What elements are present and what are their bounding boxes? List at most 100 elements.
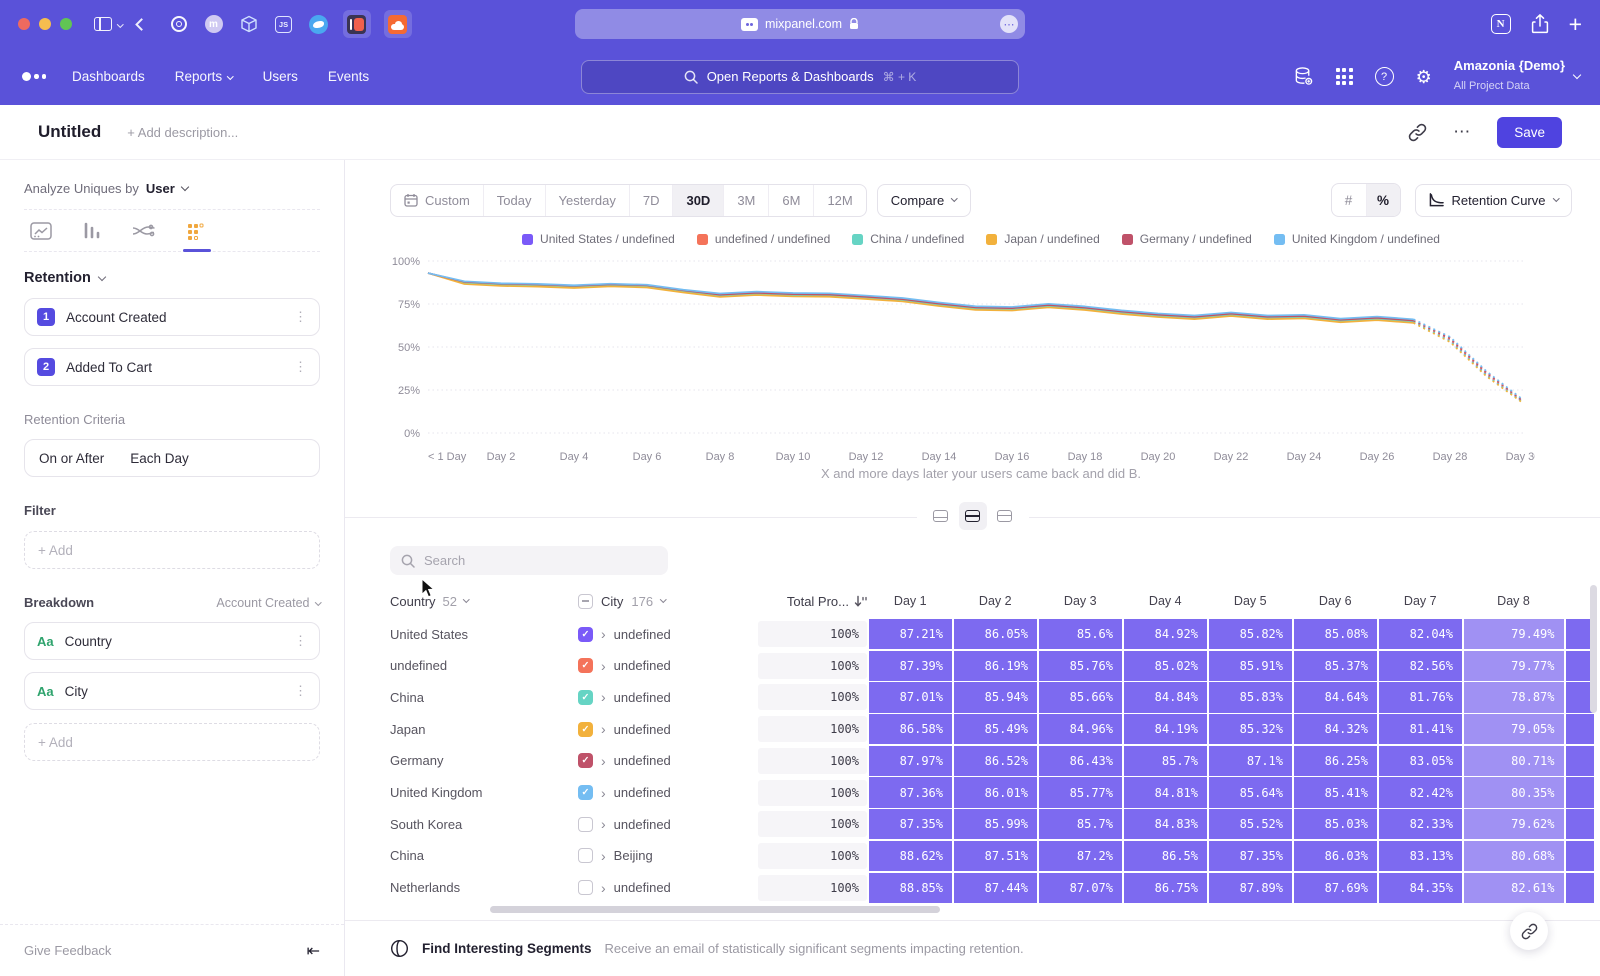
expand-row-icon[interactable]: › — [601, 788, 606, 798]
day-column-header[interactable]: Day 4 — [1124, 594, 1208, 608]
mixpanel-logo[interactable] — [22, 72, 46, 81]
legend-item[interactable]: Germany / undefined — [1122, 232, 1252, 246]
js-icon[interactable]: JS — [273, 13, 295, 35]
vertical-scrollbar[interactable] — [1590, 585, 1597, 713]
retention-curve-chart[interactable]: 100%75%50%25%0%< 1 DayDay 2Day 4Day 6Day… — [390, 253, 1535, 465]
tab-overview-chevron-icon[interactable] — [118, 22, 123, 27]
retention-cell[interactable]: 84.35% — [1379, 873, 1463, 903]
retention-section-header[interactable]: Retention — [24, 270, 320, 286]
nav-link-dashboards[interactable]: Dashboards — [72, 69, 145, 84]
retention-cell[interactable]: 80.71% — [1464, 746, 1564, 776]
format-percent-button[interactable]: % — [1366, 184, 1400, 216]
row-checkbox[interactable] — [578, 817, 593, 832]
retention-step-card[interactable]: 1Account Created⋮ — [24, 298, 320, 336]
retention-cell[interactable]: 85.32% — [1209, 714, 1293, 744]
retention-cell[interactable]: 88.62% — [869, 841, 953, 871]
bird-icon[interactable] — [308, 13, 330, 35]
share-link-floating-button[interactable] — [1510, 912, 1548, 950]
save-button[interactable]: Save — [1497, 117, 1562, 148]
browser-tabs[interactable]: m JS — [168, 10, 412, 38]
notion-extension-icon[interactable]: N — [1491, 14, 1511, 34]
retention-cell[interactable]: 86.05% — [954, 619, 1038, 649]
day-column-header[interactable]: Day 6 — [1294, 594, 1378, 608]
row-checkbox[interactable]: ✓ — [578, 722, 593, 737]
retention-cell[interactable]: 85.94% — [954, 682, 1038, 712]
day-column-header[interactable]: Day 8 — [1464, 594, 1564, 608]
nav-link-users[interactable]: Users — [263, 69, 298, 84]
tab-insights[interactable] — [30, 222, 52, 251]
tab-retention[interactable] — [186, 222, 208, 251]
retention-cell[interactable]: 85.41% — [1294, 777, 1378, 807]
retention-cell[interactable]: 85.64% — [1209, 777, 1293, 807]
retention-cell[interactable]: 85.7% — [1039, 809, 1123, 839]
expand-row-icon[interactable]: › — [601, 883, 606, 893]
retention-cell[interactable]: 85.66% — [1039, 682, 1123, 712]
retention-cell[interactable]: 81.41% — [1379, 714, 1463, 744]
nav-link-events[interactable]: Events — [328, 69, 369, 84]
expand-row-icon[interactable]: › — [601, 724, 606, 734]
retention-cell[interactable]: 80.68% — [1464, 841, 1564, 871]
row-checkbox[interactable]: ✓ — [578, 785, 593, 800]
global-search-button[interactable]: Open Reports & Dashboards ⌘ + K — [581, 60, 1019, 94]
retention-cell[interactable]: 82.04% — [1379, 619, 1463, 649]
retention-cell[interactable]: 85.52% — [1209, 809, 1293, 839]
row-checkbox[interactable]: ✓ — [578, 753, 593, 768]
kebab-menu-icon[interactable]: ⋮ — [294, 309, 307, 325]
more-options-icon[interactable]: ⋯ — [1453, 122, 1471, 142]
project-selector[interactable]: Amazonia {Demo} All Project Data — [1454, 58, 1580, 94]
segments-title[interactable]: Find Interesting Segments — [422, 941, 592, 956]
apps-grid-icon[interactable] — [1336, 68, 1353, 85]
day-column-header[interactable]: Day 2 — [954, 594, 1038, 608]
page-options-icon[interactable]: ⋯ — [1000, 15, 1018, 33]
sidebar-toggle-icon[interactable] — [94, 17, 112, 31]
retention-cell[interactable]: 84.32% — [1294, 714, 1378, 744]
legend-item[interactable]: Japan / undefined — [986, 232, 1099, 246]
soundcloud-tab-icon[interactable] — [384, 10, 412, 38]
retention-cell[interactable]: 86.75% — [1124, 873, 1208, 903]
breakdown-card[interactable]: AaCountry⋮ — [24, 622, 320, 660]
retention-cell[interactable]: 80.35% — [1464, 777, 1564, 807]
retention-cell[interactable]: 81.76% — [1379, 682, 1463, 712]
retention-cell[interactable]: 79.49% — [1464, 619, 1564, 649]
retention-cell[interactable]: 82.61% — [1464, 873, 1564, 903]
retention-cell[interactable]: 87.01% — [869, 682, 953, 712]
retention-cell[interactable]: 84.81% — [1124, 777, 1208, 807]
range-custom[interactable]: Custom — [391, 185, 483, 216]
mixpanel-tab-icon[interactable] — [343, 10, 371, 38]
expand-row-icon[interactable]: › — [601, 661, 606, 671]
retention-cell[interactable]: 85.37% — [1294, 651, 1378, 681]
give-feedback-link[interactable]: Give Feedback — [24, 943, 111, 958]
row-checkbox[interactable] — [578, 880, 593, 895]
country-column-header[interactable]: Country 52 — [390, 594, 578, 609]
row-checkbox[interactable]: ✓ — [578, 627, 593, 642]
retention-cell[interactable]: 85.91% — [1209, 651, 1293, 681]
collapse-sidebar-icon[interactable]: ⇤ — [307, 941, 320, 961]
nav-link-reports[interactable]: Reports — [175, 69, 233, 84]
retention-cell[interactable]: 88.85% — [869, 873, 953, 903]
horizontal-scrollbar[interactable] — [490, 906, 940, 913]
day-column-header[interactable]: Day 3 — [1039, 594, 1123, 608]
retention-cell[interactable]: 85.82% — [1209, 619, 1293, 649]
retention-cell[interactable]: 87.39% — [869, 651, 953, 681]
range-3m[interactable]: 3M — [723, 185, 768, 216]
retention-cell[interactable]: 87.07% — [1039, 873, 1123, 903]
retention-cell[interactable]: 85.77% — [1039, 777, 1123, 807]
retention-cell[interactable]: 79.05% — [1464, 714, 1564, 744]
city-column-header[interactable]: City 176 — [578, 594, 758, 609]
report-title[interactable]: Untitled — [38, 122, 101, 142]
select-all-checkbox[interactable] — [578, 594, 593, 609]
retention-cell[interactable]: 87.44% — [954, 873, 1038, 903]
retention-cell[interactable]: 85.83% — [1209, 682, 1293, 712]
retention-cell[interactable]: 82.42% — [1379, 777, 1463, 807]
range-7d[interactable]: 7D — [629, 185, 673, 216]
retention-cell[interactable]: 84.84% — [1124, 682, 1208, 712]
retention-cell[interactable]: 85.03% — [1294, 809, 1378, 839]
table-search-input[interactable]: Search — [390, 546, 668, 575]
retention-cell[interactable]: 82.56% — [1379, 651, 1463, 681]
retention-cell[interactable]: 78.87% — [1464, 682, 1564, 712]
retention-cell[interactable]: 85.02% — [1124, 651, 1208, 681]
retention-cell[interactable]: 87.51% — [954, 841, 1038, 871]
kebab-menu-icon[interactable]: ⋮ — [294, 359, 307, 375]
retention-cell[interactable]: 85.6% — [1039, 619, 1123, 649]
tab-funnels[interactable] — [82, 222, 102, 251]
